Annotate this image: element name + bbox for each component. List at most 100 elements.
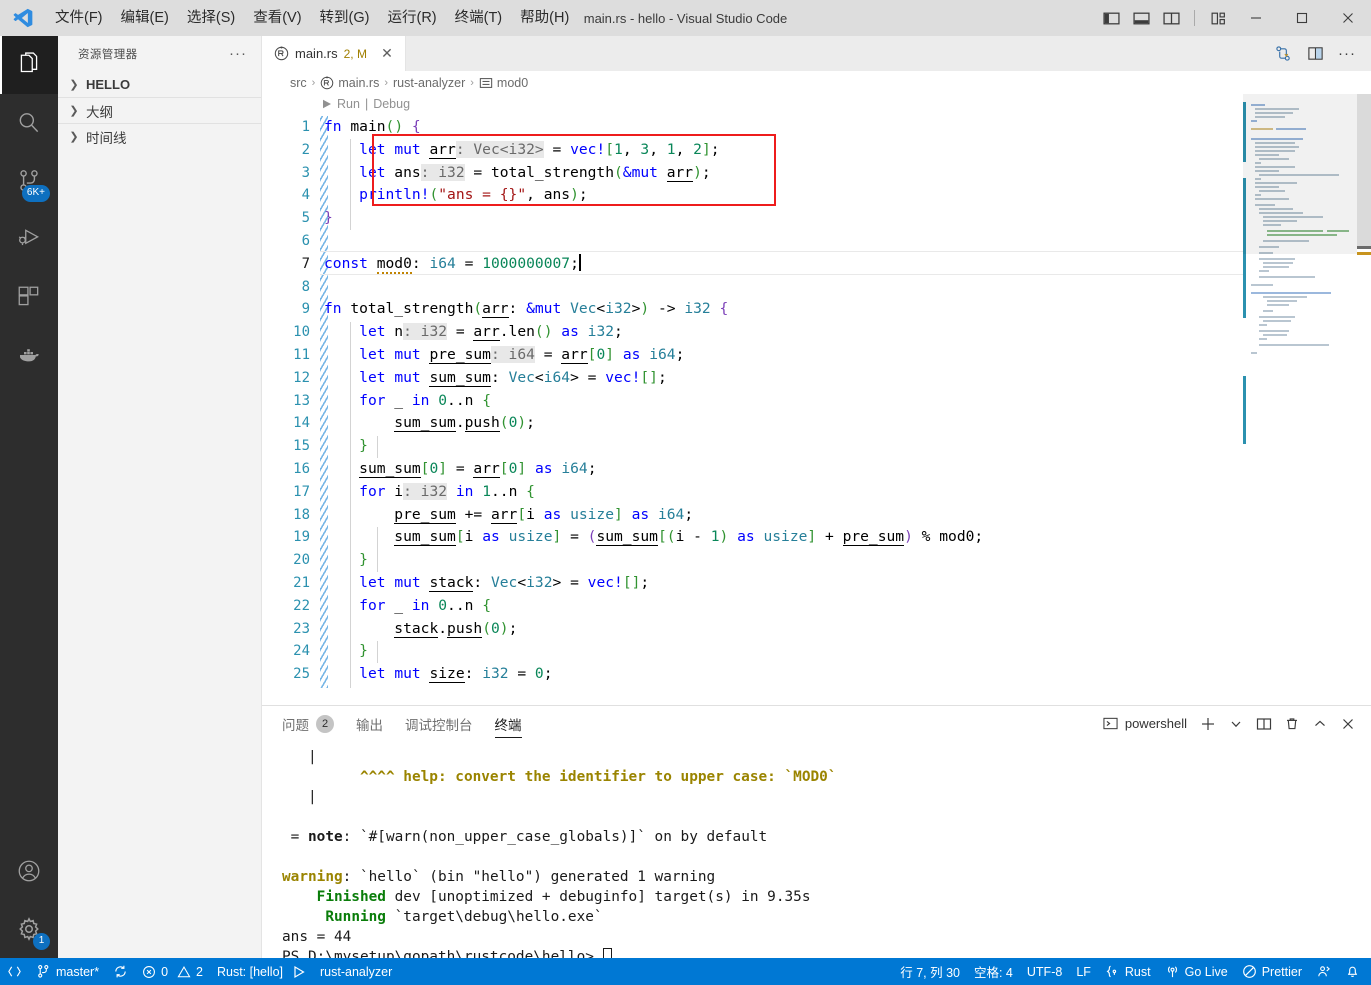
minimize-button[interactable] (1233, 0, 1279, 36)
code-line-22[interactable]: for _ in 0..n { (324, 595, 491, 618)
menu-go[interactable]: 转到(G) (311, 0, 379, 36)
toggle-panel-icon[interactable] (1126, 0, 1156, 36)
panel-tab-debug-console[interactable]: 调试控制台 (405, 706, 473, 741)
status-sync[interactable] (106, 958, 135, 985)
code-line-15[interactable]: } (324, 435, 368, 458)
terminal-prompt[interactable]: PS D:\mysetup\gopath\rustcode\hello> (282, 947, 1371, 958)
split-editor-icon[interactable] (1301, 36, 1329, 71)
line-number: 17 (293, 483, 310, 500)
tab-main-rs[interactable]: main.rs 2, M ✕ (262, 36, 406, 71)
status-encoding[interactable]: UTF-8 (1020, 958, 1069, 985)
code-line-19[interactable]: sum_sum[i as usize] = (sum_sum[(i - 1) a… (324, 526, 983, 549)
panel-tab-output[interactable]: 输出 (356, 706, 383, 741)
code-line-16[interactable]: sum_sum[0] = arr[0] as i64; (324, 458, 597, 481)
sync-icon (113, 964, 128, 979)
breadcrumb[interactable]: src › main.rs › rust-analyzer › mod0 (262, 71, 1371, 94)
editor-vertical-scrollbar[interactable] (1357, 94, 1371, 705)
new-terminal-icon[interactable] (1195, 710, 1221, 738)
code-line-18[interactable]: pre_sum += arr[i as usize] as i64; (324, 504, 693, 527)
debug-icon (16, 226, 42, 252)
status-go-live[interactable]: Go Live (1158, 958, 1235, 985)
activity-explorer[interactable] (0, 36, 58, 94)
activity-search[interactable] (0, 94, 58, 152)
menu-edit[interactable]: 编辑(E) (112, 0, 178, 36)
kill-terminal-icon[interactable] (1279, 710, 1305, 738)
code-line-9[interactable]: fn total_strength(arr: &mut Vec<i32>) ->… (324, 298, 728, 321)
activity-source-control[interactable]: 6K+ (0, 152, 58, 210)
code-line-5[interactable]: } (324, 207, 333, 230)
code-content[interactable]: 1 2 3 4 5 6 7 8 9 10 11 12 13 14 15 16 1 (262, 114, 1371, 705)
panel-tab-terminal[interactable]: 终端 (494, 706, 522, 741)
minimap-slider[interactable] (1243, 94, 1357, 254)
minimap[interactable] (1243, 94, 1357, 705)
code-line-11[interactable]: let mut pre_sum: i64 = arr[0] as i64; (324, 344, 684, 367)
activity-accounts[interactable] (0, 842, 58, 900)
terminal-output[interactable]: | ^^^^ help: convert the identifier to u… (262, 741, 1371, 958)
toggle-secondary-sidebar-icon[interactable] (1156, 0, 1186, 36)
code-line-23[interactable]: stack.push(0); (324, 618, 517, 641)
status-eol[interactable]: LF (1069, 958, 1098, 985)
activity-extensions[interactable] (0, 268, 58, 326)
codelens-run-link[interactable]: Run (337, 97, 360, 111)
code-line-25[interactable]: let mut size: i32 = 0; (324, 663, 553, 686)
code-line-21[interactable]: let mut stack: Vec<i32> = vec![]; (324, 572, 649, 595)
sidebar-item-outline[interactable]: ❯ 大纲 (58, 97, 261, 123)
customize-layout-icon[interactable] (1203, 0, 1233, 36)
menu-selection[interactable]: 选择(S) (178, 0, 244, 36)
status-problems[interactable]: 0 2 (135, 958, 210, 985)
code-line-7[interactable]: const mod0: i64 = 1000000007; (324, 253, 581, 276)
code-line-17[interactable]: for i: i32 in 1..n { (324, 481, 535, 504)
menu-run[interactable]: 运行(R) (378, 0, 445, 36)
close-panel-icon[interactable] (1335, 710, 1361, 738)
code-line-20[interactable]: } (324, 549, 368, 572)
code-line-14[interactable]: sum_sum.push(0); (324, 412, 535, 435)
sidebar-item-timeline[interactable]: ❯ 时间线 (58, 123, 261, 149)
more-actions-icon[interactable]: ··· (1333, 36, 1361, 71)
close-button[interactable] (1325, 0, 1371, 36)
menu-view[interactable]: 查看(V) (244, 0, 310, 36)
status-cursor-position[interactable]: 行 7, 列 30 (893, 958, 967, 985)
codelens-debug-link[interactable]: Debug (373, 97, 410, 111)
status-rust-analyzer[interactable]: rust-analyzer (313, 958, 399, 985)
status-rust-target[interactable]: Rust: [hello] (210, 958, 313, 985)
breadcrumb-item-rust-analyzer[interactable]: rust-analyzer (393, 76, 465, 90)
activity-docker[interactable] (0, 326, 58, 384)
sidebar-item-hello[interactable]: ❯ HELLO (58, 71, 261, 97)
tab-close-icon[interactable]: ✕ (379, 45, 395, 62)
split-terminal-icon[interactable] (1251, 710, 1277, 738)
terminal-dropdown-icon[interactable] (1223, 710, 1249, 738)
code-line-10[interactable]: let n: i32 = arr.len() as i32; (324, 321, 623, 344)
activity-manage[interactable]: 1 (0, 900, 58, 958)
code-line-12[interactable]: let mut sum_sum: Vec<i64> = vec![]; (324, 367, 667, 390)
breadcrumb-item-mod0[interactable]: mod0 (479, 76, 528, 90)
warning-count: 2 (196, 964, 203, 979)
breadcrumb-item-src[interactable]: src (290, 76, 307, 90)
panel-tab-problems[interactable]: 问题 2 (282, 706, 334, 741)
activity-run-debug[interactable] (0, 210, 58, 268)
code-line-24[interactable]: } (324, 640, 368, 663)
code-line-13[interactable]: for _ in 0..n { (324, 390, 491, 413)
codelens-run-debug[interactable]: Run | Debug (322, 94, 410, 114)
menu-file[interactable]: 文件(F) (46, 0, 112, 36)
maximize-panel-icon[interactable] (1307, 710, 1333, 738)
terminal-prompt-text: PS D:\mysetup\gopath\rustcode\hello> (282, 949, 603, 958)
code-editor[interactable]: Run | Debug 1 2 3 4 5 6 7 8 9 10 11 12 1… (262, 94, 1371, 705)
status-feedback[interactable] (1309, 958, 1338, 985)
status-notifications[interactable] (1338, 958, 1367, 985)
status-indentation[interactable]: 空格: 4 (967, 958, 1020, 985)
toggle-primary-sidebar-icon[interactable] (1096, 0, 1126, 36)
breadcrumb-item-main-rs[interactable]: main.rs (320, 76, 379, 90)
sidebar-more-icon[interactable]: ··· (229, 45, 247, 62)
split-diff-icon[interactable] (1269, 36, 1297, 71)
status-prettier[interactable]: Prettier (1235, 958, 1309, 985)
status-language-mode[interactable]: Rust (1098, 958, 1158, 985)
menu-bar[interactable]: 文件(F) 编辑(E) 选择(S) 查看(V) 转到(G) 运行(R) 终端(T… (46, 0, 578, 36)
maximize-button[interactable] (1279, 0, 1325, 36)
status-remote[interactable] (0, 958, 29, 985)
terminal-shell-selector[interactable]: powershell (1097, 716, 1193, 731)
menu-terminal[interactable]: 终端(T) (446, 0, 512, 36)
scrollbar-thumb[interactable] (1357, 94, 1371, 249)
menu-help[interactable]: 帮助(H) (511, 0, 578, 36)
breadcrumb-label: main.rs (338, 75, 380, 90)
status-branch[interactable]: master* (29, 958, 106, 985)
